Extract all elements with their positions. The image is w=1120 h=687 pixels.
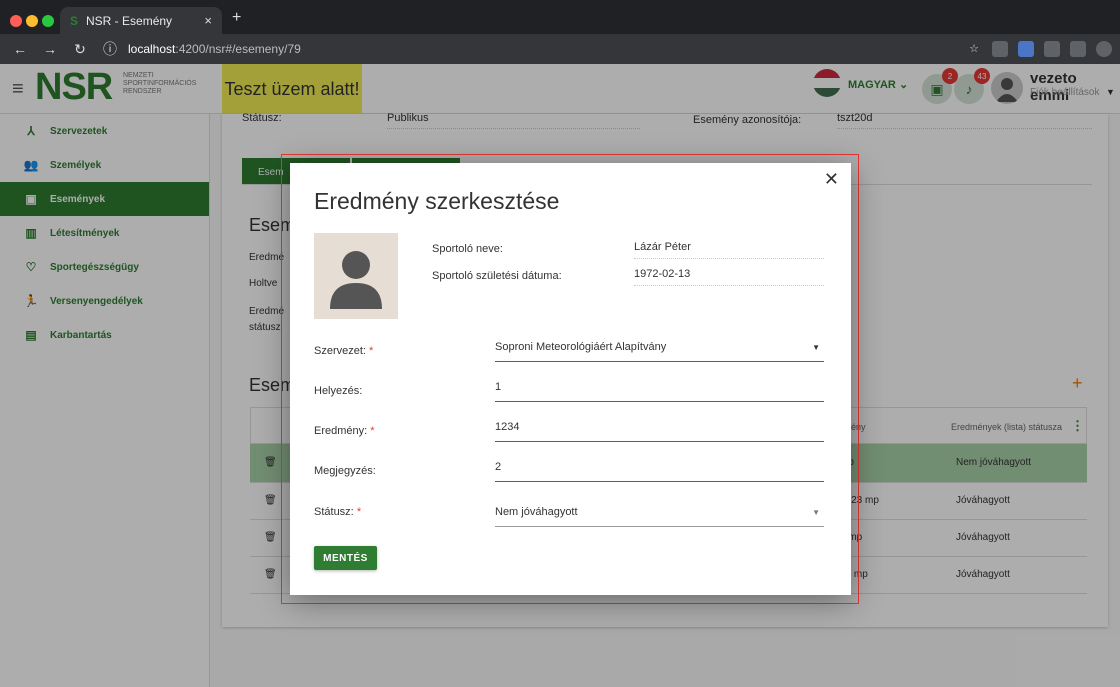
extension-icon[interactable]	[1018, 41, 1034, 57]
result-input[interactable]: 1234	[495, 421, 824, 442]
extensions: ☆	[966, 41, 1112, 57]
forward-icon[interactable]: →	[40, 41, 60, 57]
extension-icon[interactable]	[1070, 41, 1086, 57]
maximize-window-dot[interactable]	[42, 15, 54, 27]
info-icon[interactable]: ⓘ	[100, 39, 120, 59]
result-label: Eredmény: *	[314, 425, 375, 437]
address-bar: ← → ↻ ⓘ localhost:4200/nsr#/esemeny/79 ☆	[0, 34, 1120, 64]
url-host: localhost	[128, 42, 176, 56]
star-icon[interactable]: ☆	[966, 41, 982, 57]
reload-icon[interactable]: ↻	[70, 41, 90, 58]
placement-input[interactable]: 1	[495, 381, 824, 402]
edit-result-dialog: ✕ Eredmény szerkesztése Sportoló neve: L…	[290, 163, 851, 595]
dialog-title: Eredmény szerkesztése	[314, 188, 560, 214]
placement-label: Helyezés:	[314, 385, 363, 397]
status-label: Státusz: *	[314, 506, 362, 518]
url-path: :4200/nsr#/esemeny/79	[175, 42, 301, 56]
dropdown-arrow-icon: ▼	[812, 343, 820, 352]
organization-label: Szervezet: *	[314, 345, 374, 357]
result-value: 1234	[495, 421, 520, 433]
favicon-icon: S	[70, 13, 79, 28]
note-label: Megjegyzés:	[314, 465, 376, 477]
browser-tab[interactable]: S NSR - Esemény ×	[60, 7, 222, 34]
profile-icon[interactable]	[1096, 41, 1112, 57]
tab-close-icon[interactable]: ×	[204, 13, 212, 28]
placement-value: 1	[495, 381, 502, 393]
birth-date-value: 1972-02-13	[634, 268, 824, 286]
minimize-window-dot[interactable]	[26, 15, 38, 27]
note-input[interactable]: 2	[495, 461, 824, 482]
close-icon[interactable]: ✕	[824, 169, 839, 190]
status-select[interactable]: Nem jóváhagyott ▼	[495, 506, 824, 527]
close-window-dot[interactable]	[10, 15, 22, 27]
athlete-name-value: Lázár Péter	[634, 241, 824, 259]
browser-tab-bar: S NSR - Esemény × +	[0, 0, 1120, 34]
note-value: 2	[495, 461, 502, 473]
extension-icon[interactable]	[1044, 41, 1060, 57]
back-icon[interactable]: ←	[10, 41, 30, 57]
new-tab-icon[interactable]: +	[232, 9, 241, 27]
extension-icon[interactable]	[992, 41, 1008, 57]
status-value: Nem jóváhagyott	[495, 506, 578, 518]
athlete-name-label: Sportoló neve:	[432, 243, 503, 255]
organization-select[interactable]: Soproni Meteorológiáért Alapítvány ▼	[495, 341, 824, 362]
dropdown-arrow-icon: ▼	[812, 508, 820, 517]
tab-title: NSR - Esemény	[86, 13, 173, 28]
save-button[interactable]: MENTÉS	[314, 546, 377, 570]
url-input[interactable]: localhost:4200/nsr#/esemeny/79	[128, 42, 301, 56]
athlete-photo	[314, 233, 398, 319]
birth-date-label: Sportoló születési dátuma:	[432, 270, 562, 282]
organization-value: Soproni Meteorológiáért Alapítvány	[495, 341, 667, 353]
